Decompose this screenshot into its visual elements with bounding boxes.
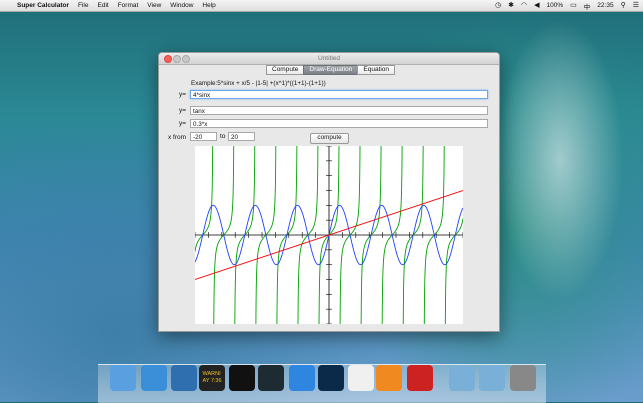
tab-draw-equation[interactable]: Draw-Equation [303,65,359,75]
ibooks-icon[interactable] [376,365,402,391]
menu-format[interactable]: Format [118,2,139,9]
tab-bar: Compute Draw-Equation Equation [266,65,396,75]
tab-equation[interactable]: Equation [357,65,396,75]
calculator-window: Untitled Compute Draw-Equation Equation … [158,52,500,332]
xcode-icon[interactable] [171,365,197,391]
documents-folder-icon[interactable] [449,365,475,391]
menu-window[interactable]: Window [170,2,193,9]
notification-center-icon[interactable]: ☰ [633,0,639,11]
menu-help[interactable]: Help [202,2,215,9]
menu-file[interactable]: File [78,2,88,9]
example-text: Example:5*sinx + x/5 - |1-5| +(x^1)*((1+… [191,80,326,87]
tab-compute[interactable]: Compute [266,65,305,75]
time-machine-icon[interactable]: ◷ [495,0,501,11]
menu-app-name[interactable]: Super Calculator [17,2,69,9]
terminal-icon[interactable] [229,365,255,391]
equation-2-input[interactable]: tanx [190,106,488,115]
menu-edit[interactable]: Edit [98,2,109,9]
equation-1-input[interactable]: 4*sinx [190,90,488,99]
x-to-input[interactable]: 20 [228,132,255,141]
activity-monitor-icon[interactable] [258,365,284,391]
x-from-label: x from [168,134,187,141]
photoshop-icon[interactable] [318,365,344,391]
menu-bar: Super Calculator File Edit Format View W… [0,0,643,12]
menu-clock[interactable]: 22:35 [597,2,613,9]
battery-icon[interactable]: ▭ [570,0,577,11]
super-calculator-icon[interactable] [407,365,433,391]
volume-icon[interactable]: ◀ [534,0,539,11]
spotlight-icon[interactable]: ⚲ [621,0,626,11]
preview-icon[interactable] [348,365,374,391]
x-from-input[interactable]: -20 [190,132,217,141]
window-title: Untitled [317,55,341,62]
equation-2-label: y= [179,107,187,114]
console-icon[interactable]: WARNI AY 7:36 [199,365,225,391]
wifi-icon[interactable]: ◠ [521,0,527,11]
downloads-folder-icon[interactable] [479,365,505,391]
safari-icon[interactable] [141,365,167,391]
equation-1-label: y= [179,91,187,98]
bluetooth-icon[interactable]: ✱ [508,0,514,11]
trash-icon[interactable] [510,365,536,391]
equation-3-input[interactable]: 0.3*x [190,119,488,128]
finder-icon[interactable] [110,365,136,391]
battery-percent: 100% [546,2,564,9]
compute-button[interactable]: compute [310,133,349,144]
menu-view[interactable]: View [147,2,161,9]
equation-3-label: y= [179,120,187,127]
title-bar[interactable]: Untitled [159,53,499,65]
app-store-icon[interactable] [289,365,315,391]
input-source[interactable]: 中 [584,1,591,11]
graph-canvas [195,146,463,324]
to-label: to [220,133,226,140]
